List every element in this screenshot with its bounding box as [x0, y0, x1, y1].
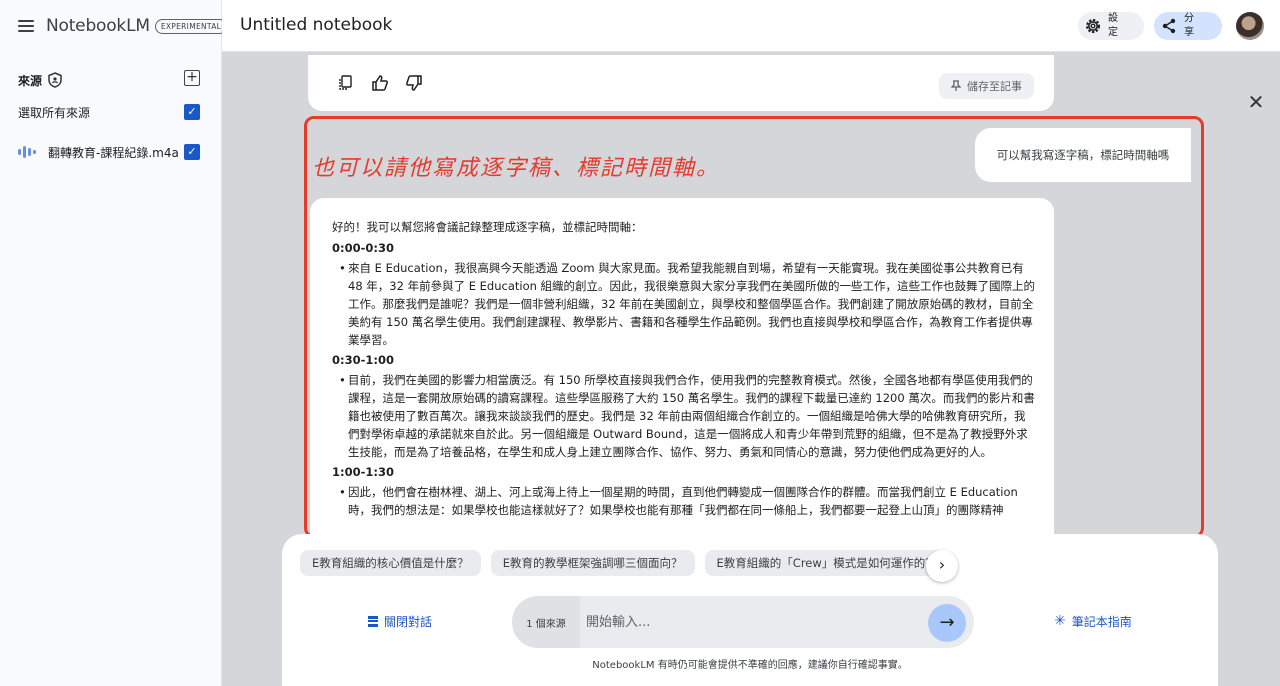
disclaimer: NotebookLM 有時仍可能會提供不準確的回應，建議你自行確認事實。: [592, 660, 908, 671]
save-to-note-button[interactable]: 儲存至記事: [939, 73, 1034, 99]
notebook-guide-label: 筆記本指南: [1071, 614, 1132, 629]
close-icon[interactable]: ✕: [1246, 92, 1266, 112]
sources-title: 來源: [18, 73, 43, 88]
app-name: NotebookLM: [46, 16, 150, 36]
sparkle-icon: ✳: [1054, 613, 1066, 629]
timestamp-heading: 1:00-1:30: [332, 465, 394, 479]
suggestion-chip[interactable]: E教育的教學框架強調哪三個面向？: [490, 550, 695, 576]
chat-input-area: 1 個來源 →: [512, 596, 974, 648]
select-all-sources-row[interactable]: 選取所有來源 ✓: [18, 102, 200, 122]
settings-label: 設定: [1108, 13, 1118, 38]
sources-header: 來源 +: [18, 70, 200, 90]
timestamp-heading: 0:30-1:00: [332, 353, 394, 367]
transcript-item: 目前，我們在美國的影響力相當廣泛。有 150 所學校直接與我們合作，使用我們的完…: [339, 371, 1036, 461]
chat-input[interactable]: [586, 610, 916, 634]
add-source-button[interactable]: +: [184, 70, 200, 86]
send-button[interactable]: →: [928, 604, 966, 642]
notebook-guide-button[interactable]: ✳ 筆記本指南: [1054, 612, 1132, 630]
menu-icon[interactable]: [18, 20, 34, 32]
save-to-note-label: 儲存至記事: [967, 80, 1022, 93]
close-chat-button[interactable]: 關閉對話: [368, 612, 432, 630]
suggestion-chips: E教育組織的核心價值是什麼？ E教育的教學框架強調哪三個面向？ E教育組織的「Cre…: [300, 550, 956, 578]
transcript-list: 來自 E Education，我很高興今天能透過 Zoom 與大家見面。我希望我…: [332, 259, 1036, 349]
gear-icon: [1086, 19, 1100, 33]
settings-button[interactable]: 設定: [1078, 12, 1144, 40]
source-item-label: 翻轉教育-課程紀錄.m4a: [48, 145, 179, 160]
response-content: 好的！我可以幫您將會議記錄整理成逐字稿，並標記時間軸： 0:00-0:30 來自…: [332, 218, 1036, 521]
composer-panel: E教育組織的核心價值是什麼？ E教育的教學框架強調哪三個面向？ E教育組織的「Cre…: [282, 534, 1218, 686]
shield-icon[interactable]: [48, 72, 62, 88]
notebook-title[interactable]: Untitled notebook: [240, 15, 392, 35]
response-card: 好的！我可以幫您將會議記錄整理成逐字稿，並標記時間軸： 0:00-0:30 來自…: [310, 198, 1054, 534]
audio-waveform-icon: [18, 146, 36, 158]
transcript-item: 來自 E Education，我很高興今天能透過 Zoom 與大家見面。我希望我…: [339, 259, 1036, 349]
chat-icon: [368, 615, 378, 627]
chevron-right-icon[interactable]: ›: [926, 550, 958, 582]
experimental-badge: EXPERIMENTAL: [154, 18, 228, 34]
source-count-badge[interactable]: 1 個來源: [512, 596, 580, 648]
share-label: 分享: [1184, 13, 1194, 38]
sidebar: NotebookLM EXPERIMENTAL 來源 + 選取所有來源 ✓ 翻轉…: [0, 0, 228, 686]
thumbs-up-icon[interactable]: [370, 73, 390, 93]
pin-icon: [951, 80, 961, 91]
close-chat-label: 關閉對話: [384, 614, 433, 629]
arrow-right-icon: →: [939, 612, 955, 633]
transcript-list: 因此，他們會在樹林裡、湖上、河上或海上待上一個星期的時間，直到他們轉變成一個團隊…: [332, 483, 1036, 519]
suggestion-chip[interactable]: E教育組織的「Crew」模式是如何運作的？: [704, 550, 949, 576]
select-all-label: 選取所有來源: [18, 105, 91, 120]
suggestion-chip[interactable]: E教育組織的核心價值是什麼？: [300, 550, 481, 576]
handwritten-annotation: 也可以請他寫成逐字稿、標記時間軸。: [312, 156, 721, 181]
source-item-checkbox[interactable]: ✓: [184, 144, 200, 160]
select-all-checkbox[interactable]: ✓: [184, 104, 200, 120]
response-actions: [336, 73, 424, 93]
timestamp-heading: 0:00-0:30: [332, 241, 394, 255]
response-intro: 好的！我可以幫您將會議記錄整理成逐字稿，並標記時間軸：: [332, 220, 643, 234]
brand: NotebookLM EXPERIMENTAL: [18, 14, 228, 38]
source-item[interactable]: 翻轉教育-課程紀錄.m4a ✓: [18, 142, 200, 162]
share-icon: [1162, 18, 1176, 34]
avatar[interactable]: [1236, 12, 1264, 40]
top-bar: Untitled notebook 設定 分享: [222, 0, 1280, 52]
previous-response-card: 儲存至記事: [308, 55, 1054, 111]
thumbs-down-icon[interactable]: [404, 73, 424, 93]
copy-icon[interactable]: [336, 73, 356, 93]
transcript-list: 目前，我們在美國的影響力相當廣泛。有 150 所學校直接與我們合作，使用我們的完…: [332, 371, 1036, 461]
transcript-item: 因此，他們會在樹林裡、湖上、河上或海上待上一個星期的時間，直到他們轉變成一個團隊…: [339, 483, 1036, 519]
share-button[interactable]: 分享: [1154, 12, 1222, 40]
user-message: 可以幫我寫逐字稿，標記時間軸嗎: [975, 128, 1191, 182]
